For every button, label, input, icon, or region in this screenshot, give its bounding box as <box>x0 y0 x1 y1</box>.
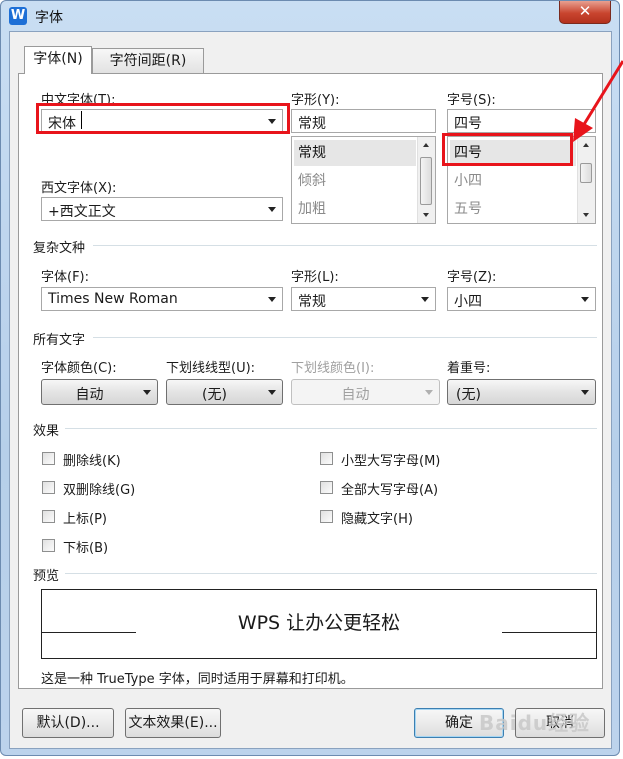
double-strikethrough-label: 双删除线(G) <box>63 483 136 498</box>
divider <box>93 337 597 338</box>
annotation-arrow <box>573 60 623 142</box>
complex-style-value: 常规 <box>298 294 326 310</box>
scroll-down-icon[interactable] <box>423 213 429 217</box>
complex-size-label: 字号(Z): <box>447 270 497 285</box>
close-button[interactable]: ✕ <box>559 1 611 24</box>
complex-font-select[interactable]: Times New Roman <box>41 287 283 311</box>
superscript-label: 上标(P) <box>63 512 107 527</box>
arrow-head <box>573 118 593 142</box>
arrow-shaft <box>581 60 623 127</box>
subscript-checkbox[interactable] <box>42 539 55 552</box>
western-font-select[interactable]: +西文正文 <box>41 197 283 221</box>
style-input[interactable]: 常规 <box>291 109 436 133</box>
western-font-value: +西文正文 <box>48 204 116 220</box>
emphasis-value: (无) <box>456 387 481 403</box>
size-value: 四号 <box>454 116 482 132</box>
divider <box>65 573 597 574</box>
subscript-label: 下标(B) <box>63 541 109 556</box>
scrollbar[interactable] <box>577 137 595 223</box>
font-color-value: 自动 <box>75 387 104 403</box>
underline-style-label: 下划线线型(U): <box>166 361 256 376</box>
underline-color-label: 下划线颜色(I): <box>291 361 375 376</box>
dialog-title: 字体 <box>35 10 63 26</box>
scroll-down-icon[interactable] <box>583 213 589 217</box>
double-strikethrough-checkbox[interactable] <box>42 481 55 494</box>
scroll-thumb[interactable] <box>580 163 592 183</box>
list-item[interactable]: 常规 <box>294 140 416 166</box>
font-dialog: W 字体 ✕ 字体(N) 字符间距(R) 中文字体(T): 字形(Y): 字号(… <box>0 0 623 756</box>
scrollbar[interactable] <box>417 137 435 223</box>
wps-app-icon: W <box>9 7 27 25</box>
chevron-down-icon <box>581 297 589 302</box>
divider <box>65 428 597 429</box>
underline-color-value: 自动 <box>341 387 370 403</box>
complex-size-value: 小四 <box>454 294 482 310</box>
complex-font-label: 字体(F): <box>41 270 90 285</box>
list-item[interactable]: 小四 <box>450 168 576 194</box>
chevron-down-icon <box>425 390 433 395</box>
small-caps-checkbox[interactable] <box>320 452 333 465</box>
chevron-down-icon <box>421 297 429 302</box>
underline-style-value: (无) <box>202 387 227 403</box>
small-caps-label: 小型大写字母(M) <box>341 454 441 469</box>
preview-section-title: 预览 <box>33 569 60 584</box>
emphasis-label: 着重号: <box>447 361 491 376</box>
style-value: 常规 <box>298 116 326 132</box>
chevron-down-icon <box>268 207 276 212</box>
tab-character-spacing[interactable]: 字符间距(R) <box>92 48 204 73</box>
complex-style-select[interactable]: 常规 <box>291 287 436 311</box>
scroll-thumb[interactable] <box>420 157 432 205</box>
list-item[interactable]: 加粗 <box>294 196 416 222</box>
scroll-up-icon[interactable] <box>423 143 429 147</box>
complex-font-value: Times New Roman <box>48 291 178 307</box>
complex-size-select[interactable]: 小四 <box>447 287 596 311</box>
text-effect-button[interactable]: 文本效果(E)... <box>125 708 221 738</box>
complex-section-title: 复杂文种 <box>33 241 86 256</box>
strikethrough-checkbox[interactable] <box>42 452 55 465</box>
divider <box>93 245 597 246</box>
chevron-down-icon <box>581 390 589 395</box>
preview-text: WPS 让办公更轻松 <box>237 612 401 634</box>
hidden-text-checkbox[interactable] <box>320 510 333 523</box>
font-color-select[interactable]: 自动 <box>41 379 158 405</box>
all-caps-label: 全部大写字母(A) <box>341 483 439 498</box>
complex-style-label: 字形(L): <box>291 270 339 285</box>
font-info-text: 这是一种 TrueType 字体，同时适用于屏幕和打印机。 <box>41 672 354 687</box>
highlight-size-option <box>442 133 573 166</box>
chevron-down-icon <box>268 390 276 395</box>
all-caps-checkbox[interactable] <box>320 481 333 494</box>
strikethrough-label: 删除线(K) <box>63 454 121 469</box>
preview-box: WPS 让办公更轻松 <box>41 589 597 659</box>
underline-color-select[interactable]: 自动 <box>291 379 440 405</box>
superscript-checkbox[interactable] <box>42 510 55 523</box>
style-label: 字形(Y): <box>291 93 340 108</box>
underline-style-select[interactable]: (无) <box>166 379 283 405</box>
western-font-label: 西文字体(X): <box>41 181 117 196</box>
chevron-down-icon <box>268 297 276 302</box>
default-button[interactable]: 默认(D)... <box>22 708 114 738</box>
hidden-text-label: 隐藏文字(H) <box>341 512 413 527</box>
font-color-label: 字体颜色(C): <box>41 361 117 376</box>
style-listbox[interactable]: 常规 倾斜 加粗 <box>291 136 436 224</box>
tab-font[interactable]: 字体(N) <box>24 46 92 74</box>
list-item[interactable]: 五号 <box>450 196 576 222</box>
all-text-section-title: 所有文字 <box>33 333 86 348</box>
size-label: 字号(S): <box>447 93 496 108</box>
chevron-down-icon <box>143 390 151 395</box>
emphasis-select[interactable]: (无) <box>447 379 596 405</box>
highlight-chinese-font <box>36 103 290 134</box>
title-bar: W 字体 ✕ <box>1 1 619 31</box>
list-item[interactable]: 倾斜 <box>294 168 416 194</box>
effects-section-title: 效果 <box>33 424 60 439</box>
baidu-watermark: Baidu经验 <box>479 711 591 735</box>
